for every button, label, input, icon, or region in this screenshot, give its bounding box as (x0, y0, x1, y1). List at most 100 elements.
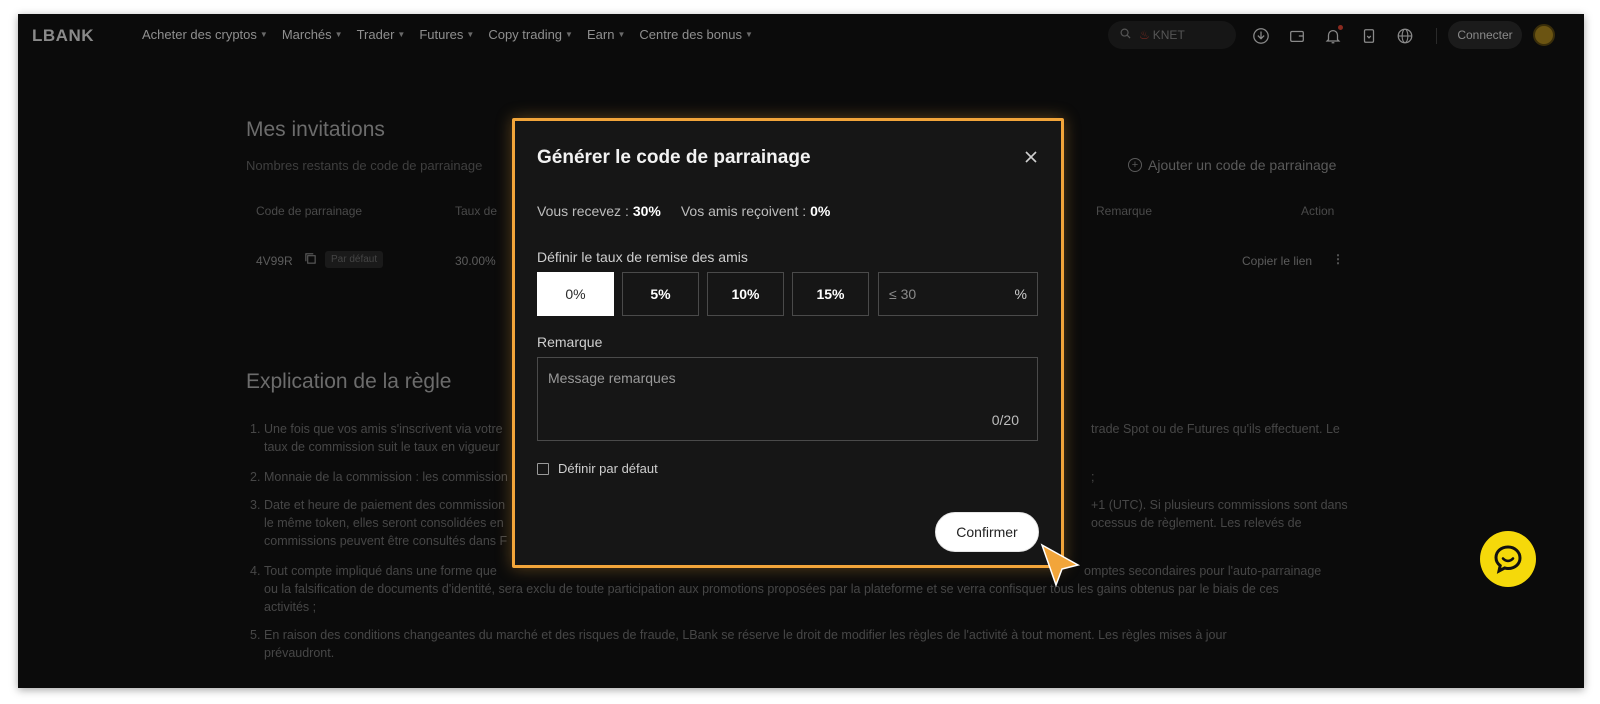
rate-option-15[interactable]: 15% (792, 272, 869, 316)
bell-icon[interactable] (1322, 25, 1344, 47)
menu-label: Earn (586, 27, 615, 42)
chevron-down-icon: ▼ (397, 30, 406, 39)
chat-support-button[interactable] (1480, 531, 1536, 587)
default-badge: Par défaut (325, 251, 384, 268)
rule-item-3-cont: +1 (UTC). Si plusieurs commissions sont … (1091, 496, 1351, 532)
default-checkbox[interactable] (537, 462, 549, 475)
search-placeholder: KNET (1152, 28, 1185, 42)
chevron-down-icon: ▼ (744, 30, 753, 39)
chevron-down-icon: ▼ (334, 30, 343, 39)
add-code-label: Ajouter un code de parrainage (1148, 157, 1337, 173)
close-icon[interactable] (1023, 149, 1039, 165)
rule-text: trade Spot ou de Futures qu'ils effectue… (1091, 422, 1340, 436)
rule-text: ou la falsification de documents d'ident… (264, 582, 1279, 596)
rule-item-4-cont: omptes secondaires pour l'auto-parrainag… (1084, 562, 1354, 580)
menu-label: Futures (419, 27, 464, 42)
remark-label: Remarque (537, 334, 603, 350)
search-input[interactable]: ♨ KNET (1108, 21, 1236, 49)
menu-label: Acheter des cryptos (142, 27, 257, 42)
rule-item-5: 5. En raison des conditions changeantes … (250, 626, 1340, 662)
chat-bubble-icon (1494, 545, 1522, 574)
menu-buy-crypto[interactable]: Acheter des cryptos ▼ (142, 27, 268, 42)
custom-rate-placeholder: ≤ 30 (889, 286, 917, 302)
rule-number: 2. (250, 470, 261, 484)
th-code: Code de parrainage (256, 204, 363, 218)
modal-title: Générer le code de parrainage (537, 147, 811, 168)
friends-receive-value: 0% (810, 203, 831, 219)
th-action: Action (1301, 204, 1335, 218)
menu-markets[interactable]: Marchés ▼ (282, 27, 343, 42)
rules-title: Explication de la règle (246, 370, 452, 393)
chevron-down-icon: ▼ (617, 30, 626, 39)
default-label: Définir par défaut (558, 461, 658, 476)
rule-text: prévaudront. (264, 646, 335, 660)
menu-trade[interactable]: Trader ▼ (357, 27, 406, 42)
rule-number: 3. (250, 498, 261, 512)
rule-item-1-cont: trade Spot ou de Futures qu'ils effectue… (1091, 420, 1351, 438)
avatar[interactable] (1533, 24, 1555, 46)
menu-label: Centre des bonus (639, 27, 742, 42)
download-icon[interactable] (1250, 25, 1272, 47)
app-window: LBANK Acheter des cryptos ▼ Marchés ▼ Trad… (18, 14, 1584, 688)
commission-summary: Vous recevez : 30% Vos amis reçoivent : … (537, 203, 830, 219)
connect-button[interactable]: Connecter (1448, 21, 1522, 49)
rule-item-2-cont: ; (1091, 468, 1131, 486)
you-receive-label: Vous recevez : (537, 203, 629, 219)
rate-label: Définir le taux de remise des amis (537, 249, 748, 265)
custom-rate-input[interactable]: ≤ 30 % (878, 272, 1038, 316)
rule-text: activités ; (264, 600, 317, 614)
chevron-down-icon: ▼ (565, 30, 573, 39)
rule-text: omptes secondaires pour l'auto-parrainag… (1084, 564, 1322, 578)
add-code-link[interactable]: + Ajouter un code de parrainage (1128, 157, 1336, 173)
menu-label: Copy trading (488, 27, 563, 42)
menu-label: Trader (356, 27, 395, 42)
globe-icon[interactable] (1394, 25, 1416, 47)
rate-option-0[interactable]: 0% (537, 272, 614, 316)
nav-divider (1436, 28, 1437, 44)
rule-number: 1. (250, 422, 261, 436)
th-remark: Remarque (1096, 204, 1153, 218)
menu-label: Marchés (281, 27, 332, 42)
friends-receive-label: Vos amis reçoivent : (680, 203, 807, 219)
pointer-cursor-icon (1036, 539, 1084, 588)
more-options-icon[interactable]: ⋮ (1332, 252, 1344, 266)
rule-number: 4. (250, 564, 261, 578)
hot-icon: ♨ (1139, 28, 1150, 42)
percent-unit: % (1014, 286, 1027, 302)
row-code: 4V99R (256, 254, 293, 268)
confirm-button[interactable]: Confirmer (935, 512, 1039, 552)
wallet-icon[interactable] (1286, 25, 1308, 47)
you-receive-value: 30% (632, 203, 661, 219)
set-default-option[interactable]: Définir par défaut (537, 461, 658, 476)
menu-earn[interactable]: Earn ▼ (587, 27, 625, 42)
rule-text: En raison des conditions changeantes du … (264, 628, 1227, 642)
copy-icon[interactable] (304, 252, 317, 268)
lbank-logo[interactable]: LBANK (32, 26, 94, 46)
chevron-down-icon: ▼ (466, 30, 475, 39)
menu-copy-trading[interactable]: Copy trading ▼ (488, 27, 573, 42)
copy-link-button[interactable]: Copier le lien (1242, 254, 1312, 268)
mobile-app-icon[interactable] (1358, 25, 1380, 47)
menu-bonus-center[interactable]: Centre des bonus ▼ (639, 27, 753, 42)
top-navbar: LBANK Acheter des cryptos ▼ Marchés ▼ Trad… (18, 14, 1584, 56)
notification-dot (1338, 25, 1343, 30)
th-rate: Taux de (455, 204, 498, 218)
invitations-subtitle: Nombres restants de code de parrainage (246, 158, 483, 173)
plus-circle-icon: + (1128, 158, 1142, 172)
referral-code-modal: Générer le code de parrainage Vous recev… (512, 118, 1064, 568)
row-rate: 30.00% (455, 254, 496, 268)
rate-option-5[interactable]: 5% (622, 272, 699, 316)
rule-number: 5. (250, 628, 261, 642)
rule-text: +1 (UTC). Si plusieurs commissions sont … (1091, 498, 1348, 512)
rule-text: ; (1091, 470, 1095, 484)
nav-icon-group (1250, 25, 1430, 47)
rule-text: ocessus de règlement. Les relevés de (1091, 516, 1302, 530)
invitations-title: Mes invitations (246, 118, 385, 141)
remark-textarea[interactable]: Message remarques 0/20 (537, 357, 1038, 441)
menu-futures[interactable]: Futures ▼ (419, 27, 474, 42)
rate-option-10[interactable]: 10% (707, 272, 784, 316)
chevron-down-icon: ▼ (259, 30, 268, 39)
main-menu: Acheter des cryptos ▼ Marchés ▼ Trader ▼ Fu… (142, 27, 767, 42)
search-icon (1120, 28, 1131, 42)
remark-placeholder: Message remarques (548, 370, 676, 386)
